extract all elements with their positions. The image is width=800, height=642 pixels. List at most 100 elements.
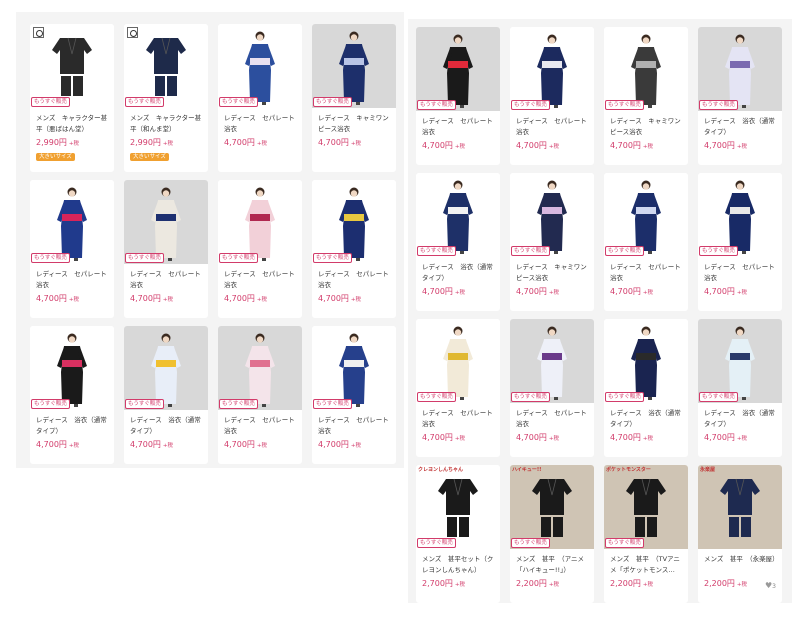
product-card[interactable]: もうすぐ販売 レディース セパレート浴衣 4,700円 +税	[604, 173, 688, 311]
product-name[interactable]: メンズ 甚平 （TVアニメ「ポケットモンス…	[610, 554, 684, 576]
product-image[interactable]: もうすぐ販売	[312, 180, 396, 264]
product-card[interactable]: もうすぐ販売 レディース セパレート浴衣 4,700円 +税	[124, 180, 208, 318]
product-card[interactable]: もうすぐ販売レディース セパレート浴衣 4,700円 +税	[218, 326, 302, 464]
product-card[interactable]: もうすぐ販売 レディース 浴衣（通常タイプ） 4,700円 +税	[604, 319, 688, 457]
product-image[interactable]: もうすぐ販売	[416, 319, 500, 403]
product-name[interactable]: レディース 浴衣（通常タイプ）	[704, 408, 778, 430]
product-image[interactable]: もうすぐ販売	[698, 27, 782, 111]
product-image[interactable]: もうすぐ販売	[124, 180, 208, 264]
product-image[interactable]: ポケットモンスター もうすぐ販売	[604, 465, 688, 549]
product-name[interactable]: レディース 浴衣（通常タイプ）	[610, 408, 684, 430]
price-value: 4,700円	[422, 287, 453, 296]
product-card[interactable]: もうすぐ販売レディース 浴衣（通常タイプ） 4,700円 +税	[416, 173, 500, 311]
product-name[interactable]: レディース キャミワンピース浴衣	[318, 113, 392, 135]
product-image[interactable]: もうすぐ販売	[698, 319, 782, 403]
product-price: 4,700円 +税	[704, 432, 747, 445]
product-name[interactable]: メンズ 甚平 （アニメ「ハイキュー!!」）	[516, 554, 590, 576]
product-image[interactable]: もうすぐ販売	[218, 180, 302, 264]
product-name[interactable]: メンズ 甚平セット（クレヨンしんちゃん）	[422, 554, 496, 576]
product-name[interactable]: レディース セパレート浴衣	[224, 415, 298, 437]
product-name[interactable]: メンズ キャラクター甚平（悪ばはん堂）	[36, 113, 110, 135]
tax-label: +税	[162, 297, 174, 303]
product-card[interactable]: クレヨンしんちゃん もうすぐ販売 メンズ 甚平セット（クレヨンしんちゃん） 2,700…	[416, 465, 500, 603]
product-card[interactable]: もうすぐ販売 レディース セパレート浴衣 4,700円 +税	[510, 319, 594, 457]
product-image[interactable]: もうすぐ販売	[510, 173, 594, 257]
product-name[interactable]: レディース セパレート浴衣	[318, 269, 392, 291]
product-card[interactable]: もうすぐ販売 レディース セパレート浴衣 4,700円 +税	[312, 326, 396, 464]
product-image[interactable]: もうすぐ販売	[416, 27, 500, 111]
product-name[interactable]: メンズ キャラクター甚平（和んま堂）	[130, 113, 204, 135]
product-card[interactable]: もうすぐ販売 レディース セパレート浴衣 4,700円 +税	[218, 180, 302, 318]
brand-logo: クレヨンしんちゃん	[418, 467, 464, 473]
product-card[interactable]: もうすぐ販売 レディース セパレート浴衣 4,700円 +税	[218, 24, 302, 172]
product-card[interactable]: ポケットモンスター もうすぐ販売 メンズ 甚平 （TVアニメ「ポケットモンス… 2,2…	[604, 465, 688, 603]
product-image[interactable]: もうすぐ販売	[124, 24, 208, 108]
product-image[interactable]: もうすぐ販売	[312, 326, 396, 410]
product-image[interactable]: もうすぐ販売	[218, 24, 302, 108]
coming-soon-badge: もうすぐ販売	[31, 97, 70, 107]
product-image[interactable]: もうすぐ販売	[604, 173, 688, 257]
product-name[interactable]: レディース セパレート浴衣	[610, 262, 684, 284]
product-card[interactable]: もうすぐ販売レディース セパレート浴衣 4,700円 +税	[30, 180, 114, 318]
product-card[interactable]: もうすぐ販売 レディース セパレート浴衣 4,700円 +税	[698, 173, 782, 311]
product-image[interactable]: もうすぐ販売	[30, 326, 114, 410]
product-image[interactable]: もうすぐ販売	[604, 27, 688, 111]
product-name[interactable]: レディース セパレート浴衣	[422, 408, 496, 430]
product-image[interactable]: もうすぐ販売	[218, 326, 302, 410]
product-card[interactable]: 永楽屋 メンズ 甚平 （永楽屋） 2,200円 +税 ♥3	[698, 465, 782, 603]
product-name[interactable]: レディース 浴衣（通常タイプ）	[422, 262, 496, 284]
product-image[interactable]: もうすぐ販売	[124, 326, 208, 410]
product-card[interactable]: もうすぐ販売 レディース 浴衣（通常タイプ） 4,700円 +税	[124, 326, 208, 464]
product-name[interactable]: レディース セパレート浴衣	[36, 269, 110, 291]
product-card[interactable]: もうすぐ販売 メンズ キャラクター甚平（和んま堂） 2,990円 +税 大きいサイズ	[124, 24, 208, 172]
product-grid-right: もうすぐ販売 レディース セパレート浴衣 4,700円 +税 もうすぐ販売 レディース セ…	[416, 27, 782, 603]
product-price: 4,700円 +税	[224, 439, 267, 452]
favorite-button[interactable]: ♥3	[765, 581, 776, 590]
product-image[interactable]: もうすぐ販売	[416, 173, 500, 257]
product-price: 4,700円 +税	[36, 293, 79, 306]
product-card[interactable]: もうすぐ販売レディース 浴衣（通常タイプ） 4,700円 +税	[698, 319, 782, 457]
product-name[interactable]: レディース 浴衣（通常タイプ）	[130, 415, 204, 437]
tax-label: +税	[454, 582, 466, 588]
product-card[interactable]: もうすぐ販売 メンズ キャラクター甚平（悪ばはん堂） 2,990円 +税 大きいサイズ	[30, 24, 114, 172]
product-card[interactable]: ハイキュー!! もうすぐ販売 メンズ 甚平 （アニメ「ハイキュー!!」） 2,200円…	[510, 465, 594, 603]
coming-soon-badge: もうすぐ販売	[605, 538, 644, 548]
product-card[interactable]: もうすぐ販売 レディース 浴衣（通常タイプ） 4,700円 +税	[698, 27, 782, 165]
product-image[interactable]: 永楽屋	[698, 465, 782, 549]
product-image[interactable]: もうすぐ販売	[30, 24, 114, 108]
product-image[interactable]: もうすぐ販売	[510, 319, 594, 403]
product-card[interactable]: もうすぐ販売 レディース キャミワンピース浴衣 4,700円 +税	[604, 27, 688, 165]
product-card[interactable]: もうすぐ販売 レディース セパレート浴衣 4,700円 +税	[416, 27, 500, 165]
product-image[interactable]: ハイキュー!! もうすぐ販売	[510, 465, 594, 549]
product-card[interactable]: もうすぐ販売 レディース セパレート浴衣 4,700円 +税	[510, 27, 594, 165]
product-image[interactable]: もうすぐ販売	[312, 24, 396, 108]
product-name[interactable]: レディース セパレート浴衣	[318, 415, 392, 437]
product-name[interactable]: レディース セパレート浴衣	[704, 262, 778, 284]
product-name[interactable]: メンズ 甚平 （永楽屋）	[704, 554, 779, 565]
product-image[interactable]: もうすぐ販売	[510, 27, 594, 111]
product-card[interactable]: もうすぐ販売 レディース セパレート浴衣 4,700円 +税	[416, 319, 500, 457]
product-figure-icon	[725, 326, 755, 400]
product-name[interactable]: レディース 浴衣（通常タイプ）	[36, 415, 110, 437]
product-image[interactable]: もうすぐ販売	[698, 173, 782, 257]
product-name[interactable]: レディース 浴衣（通常タイプ）	[704, 116, 778, 138]
product-name[interactable]: レディース セパレート浴衣	[422, 116, 496, 138]
coming-soon-badge: もうすぐ販売	[313, 97, 352, 107]
product-price: 4,700円 +税	[422, 286, 465, 299]
product-name[interactable]: レディース セパレート浴衣	[130, 269, 204, 291]
tax-label: +税	[256, 443, 268, 449]
product-image[interactable]: もうすぐ販売	[30, 180, 114, 264]
product-card[interactable]: もうすぐ販売 レディース キャミワンピース浴衣 4,700円 +税	[510, 173, 594, 311]
product-image[interactable]: クレヨンしんちゃん もうすぐ販売	[416, 465, 500, 549]
product-name[interactable]: レディース セパレート浴衣	[224, 113, 298, 135]
product-card[interactable]: もうすぐ販売 レディース セパレート浴衣 4,700円 +税	[312, 180, 396, 318]
product-image[interactable]: もうすぐ販売	[604, 319, 688, 403]
product-name[interactable]: レディース セパレート浴衣	[516, 116, 590, 138]
product-name[interactable]: レディース セパレート浴衣	[224, 269, 298, 291]
product-figure-icon	[631, 326, 661, 400]
product-name[interactable]: レディース キャミワンピース浴衣	[516, 262, 590, 284]
product-name[interactable]: レディース セパレート浴衣	[516, 408, 590, 430]
product-name[interactable]: レディース キャミワンピース浴衣	[610, 116, 684, 138]
product-card[interactable]: もうすぐ販売 レディース キャミワンピース浴衣 4,700円 +税	[312, 24, 396, 172]
product-card[interactable]: もうすぐ販売 レディース 浴衣（通常タイプ） 4,700円 +税	[30, 326, 114, 464]
